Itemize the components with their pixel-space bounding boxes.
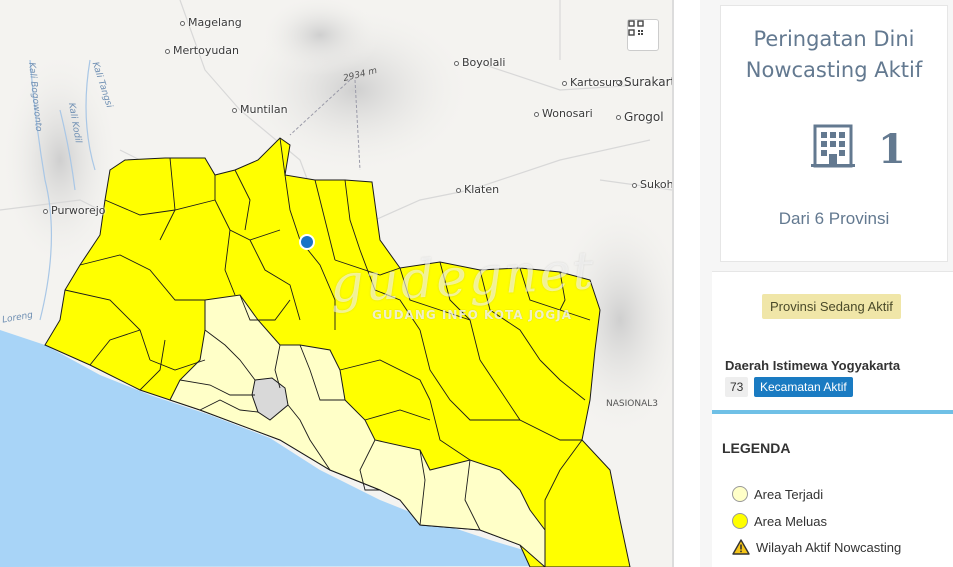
legend-panel: LEGENDA Area Terjadi Area Meluas Wilayah… [712, 414, 953, 567]
place-mertoyudan: Mertoyudan [165, 44, 239, 57]
map-view[interactable]: Magelang Mertoyudan Muntilan Boyolali Ka… [0, 0, 672, 567]
place-sukohar: Sukohar [632, 178, 672, 191]
pale-yellow-circle-icon [732, 486, 748, 502]
place-boyolali: Boyolali [454, 56, 505, 69]
place-surakarta: Surakart [616, 75, 672, 89]
legend-label: Wilayah Aktif Nowcasting [756, 539, 902, 555]
place-purworejo: Purworejo [43, 204, 106, 217]
legend-title: LEGENDA [722, 440, 791, 456]
summary-title: Peringatan Dini Nowcasting Aktif [745, 27, 923, 82]
location-marker[interactable] [299, 234, 315, 250]
place-wonosari: Wonosari [534, 107, 593, 120]
legend-item-wilayah-aktif: Wilayah Aktif Nowcasting [732, 537, 901, 557]
province-item[interactable]: Daerah Istimewa Yogyakarta 73 Kecamatan … [712, 342, 953, 410]
place-muntilan: Muntilan [232, 103, 288, 116]
place-kartosuro: Kartosuro [562, 76, 623, 89]
warning-triangle-icon [732, 539, 750, 555]
nowcasting-summary-card: Peringatan Dini Nowcasting Aktif 1 Dari … [720, 5, 948, 262]
active-province-count: 1 [878, 126, 906, 173]
road-label-nasional3: NASIONAL3 [606, 399, 658, 409]
map-fullscreen-button[interactable] [627, 19, 659, 51]
legend-label: Area Meluas [754, 513, 827, 529]
place-klaten: Klaten [456, 183, 499, 196]
kecamatan-active-badge[interactable]: Kecamatan Aktif [754, 377, 853, 397]
qr-code-icon [628, 20, 644, 36]
status-badge: Provinsi Sedang Aktif [762, 294, 901, 319]
province-name[interactable]: Daerah Istimewa Yogyakarta [725, 358, 900, 373]
place-magelang: Magelang [180, 16, 242, 29]
status-card: Provinsi Sedang Aktif [712, 271, 953, 342]
sidebar: Peringatan Dini Nowcasting Aktif 1 Dari … [700, 0, 953, 567]
kecamatan-count-badge: 73 [725, 377, 749, 397]
map-sidebar-divider [672, 0, 674, 567]
yellow-circle-icon [732, 513, 748, 529]
legend-item-area-terjadi: Area Terjadi [732, 484, 823, 504]
place-grogol: Grogol [616, 110, 664, 124]
building-icon [811, 124, 855, 168]
legend-label: Area Terjadi [754, 486, 824, 502]
legend-item-area-meluas: Area Meluas [732, 511, 827, 531]
province-total-text: Dari 6 Provinsi [778, 209, 890, 228]
